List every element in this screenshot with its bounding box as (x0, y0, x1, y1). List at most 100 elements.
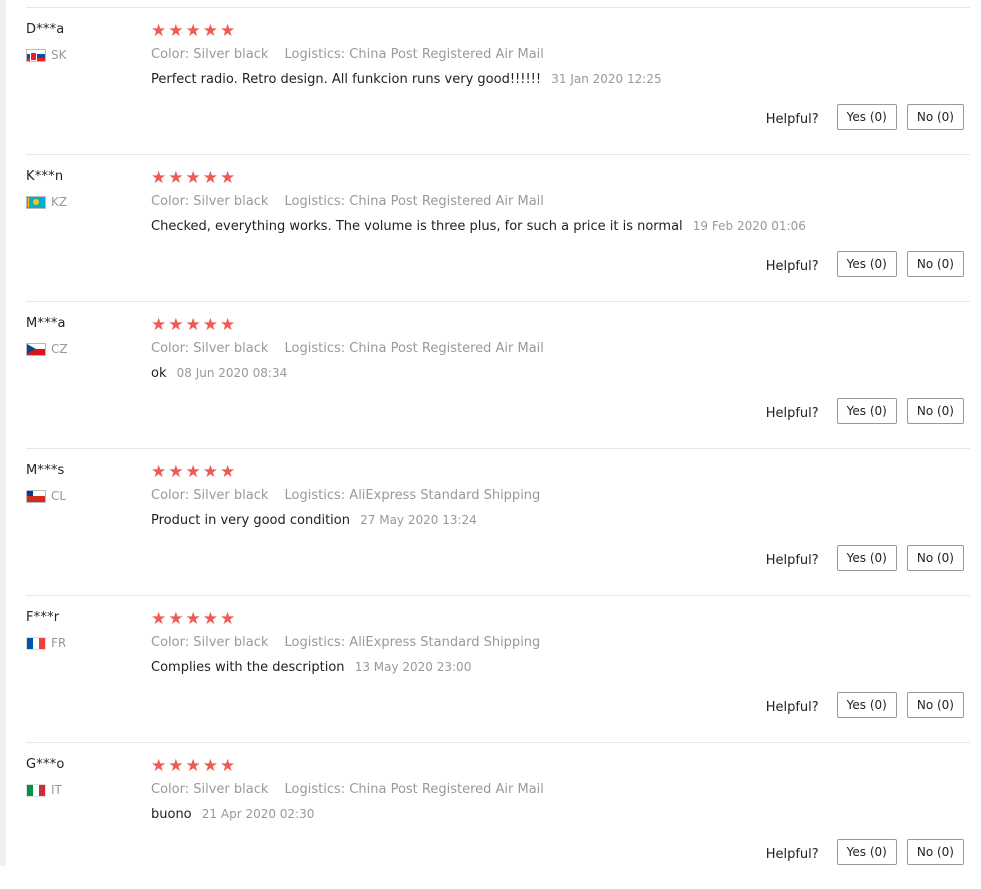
reviewer-country: CZ (26, 342, 68, 356)
flag-cl-icon (26, 489, 46, 503)
color-label: Color: (151, 782, 190, 797)
helpful-no-button[interactable]: No (0) (906, 251, 964, 277)
country-code: SK (51, 48, 67, 62)
rating-stars: ★★★★★ (151, 462, 238, 482)
review-date: 08 Jun 2020 08:34 (176, 366, 288, 380)
review-attributes: Color: Silver black Logistics: China Pos… (151, 47, 544, 62)
review-attributes: Color: Silver black Logistics: China Pos… (151, 782, 544, 797)
rating-stars: ★★★★★ (151, 756, 238, 776)
review-attributes: Color: Silver black Logistics: China Pos… (151, 194, 544, 209)
reviewer-name: K***n (26, 169, 64, 184)
country-code: IT (51, 783, 62, 797)
country-code: CZ (51, 342, 68, 356)
review-date: 21 Apr 2020 02:30 (201, 807, 315, 821)
helpful-label: Helpful? (765, 111, 819, 127)
helpful-label: Helpful? (765, 405, 819, 421)
flag-kz-icon (26, 195, 46, 209)
logistics-label: Logistics: (284, 488, 346, 503)
helpful-no-button[interactable]: No (0) (906, 839, 964, 865)
color-label: Color: (151, 488, 190, 503)
helpful-yes-button[interactable]: Yes (0) (836, 545, 897, 571)
helpful-yes-button[interactable]: Yes (0) (836, 692, 897, 718)
rating-stars: ★★★★★ (151, 315, 238, 335)
review-text: Complies with the description (151, 660, 345, 675)
helpful-yes-button[interactable]: Yes (0) (836, 104, 897, 130)
color-value: Silver black (193, 488, 269, 503)
review-item: F***r FR ★★★★★ Color: Silver black Logis… (26, 595, 970, 742)
color-label: Color: (151, 194, 190, 209)
helpful-no-button[interactable]: No (0) (906, 692, 964, 718)
reviewer-name: M***s (26, 463, 65, 478)
helpful-label: Helpful? (765, 258, 819, 274)
color-value: Silver black (193, 194, 269, 209)
logistics-value: AliExpress Standard Shipping (349, 635, 541, 650)
review-text: Checked, everything works. The volume is… (151, 219, 683, 234)
color-value: Silver black (193, 782, 269, 797)
logistics-value: AliExpress Standard Shipping (349, 488, 541, 503)
helpful-no-button[interactable]: No (0) (906, 104, 964, 130)
reviewer-country: IT (26, 783, 62, 797)
country-code: KZ (51, 195, 68, 209)
reviewer-name: F***r (26, 610, 60, 625)
helpful-section: Helpful? Yes (0) No (0) (766, 839, 964, 865)
review-text: Product in very good condition (151, 513, 350, 528)
review-list: D***a SK ★★★★★ Color: Silver black Logis… (26, 0, 970, 889)
flag-it-icon (26, 783, 46, 797)
review-item: D***a SK ★★★★★ Color: Silver black Logis… (26, 7, 970, 154)
helpful-label: Helpful? (765, 699, 819, 715)
helpful-section: Helpful? Yes (0) No (0) (766, 692, 964, 718)
review-content: Complies with the description 13 May 202… (151, 660, 471, 675)
reviewer-country: SK (26, 48, 67, 62)
review-content: Checked, everything works. The volume is… (151, 219, 806, 234)
logistics-label: Logistics: (284, 341, 346, 356)
reviewer-name: M***a (26, 316, 66, 331)
reviewer-country: FR (26, 636, 66, 650)
country-code: FR (51, 636, 67, 650)
review-date: 27 May 2020 13:24 (360, 513, 477, 527)
logistics-value: China Post Registered Air Mail (349, 194, 544, 209)
helpful-no-button[interactable]: No (0) (906, 545, 964, 571)
review-date: 19 Feb 2020 01:06 (692, 219, 806, 233)
color-value: Silver black (193, 47, 269, 62)
helpful-yes-button[interactable]: Yes (0) (836, 839, 897, 865)
review-item: M***a CZ ★★★★★ Color: Silver black Logis… (26, 301, 970, 448)
rating-stars: ★★★★★ (151, 21, 238, 41)
flag-cz-icon (26, 342, 46, 356)
helpful-section: Helpful? Yes (0) No (0) (766, 398, 964, 424)
review-attributes: Color: Silver black Logistics: China Pos… (151, 341, 544, 356)
helpful-label: Helpful? (765, 552, 819, 568)
review-date: 13 May 2020 23:00 (354, 660, 472, 674)
review-text: ok (151, 366, 167, 381)
review-item: M***s CL ★★★★★ Color: Silver black Logis… (26, 448, 970, 595)
review-text: buono (151, 807, 192, 822)
helpful-yes-button[interactable]: Yes (0) (836, 398, 897, 424)
color-label: Color: (151, 47, 190, 62)
helpful-label: Helpful? (765, 846, 819, 862)
review-attributes: Color: Silver black Logistics: AliExpres… (151, 488, 540, 503)
logistics-label: Logistics: (284, 635, 346, 650)
color-value: Silver black (193, 341, 269, 356)
helpful-section: Helpful? Yes (0) No (0) (766, 545, 964, 571)
rating-stars: ★★★★★ (151, 609, 238, 629)
flag-sk-icon (26, 48, 46, 62)
review-content: buono 21 Apr 2020 02:30 (151, 807, 314, 822)
color-value: Silver black (193, 635, 269, 650)
color-label: Color: (151, 635, 190, 650)
logistics-label: Logistics: (284, 47, 346, 62)
country-code: CL (51, 489, 67, 503)
left-border (0, 0, 6, 866)
reviewer-name: D***a (26, 22, 65, 37)
helpful-no-button[interactable]: No (0) (906, 398, 964, 424)
rating-stars: ★★★★★ (151, 168, 238, 188)
review-attributes: Color: Silver black Logistics: AliExpres… (151, 635, 540, 650)
review-date: 31 Jan 2020 12:25 (551, 72, 662, 86)
logistics-value: China Post Registered Air Mail (349, 341, 544, 356)
helpful-yes-button[interactable]: Yes (0) (836, 251, 897, 277)
review-content: Perfect radio. Retro design. All funkcio… (151, 72, 662, 87)
reviewer-name: G***o (26, 757, 65, 772)
helpful-section: Helpful? Yes (0) No (0) (766, 104, 964, 130)
helpful-section: Helpful? Yes (0) No (0) (766, 251, 964, 277)
color-label: Color: (151, 341, 190, 356)
reviewer-country: CL (26, 489, 66, 503)
review-item: G***o IT ★★★★★ Color: Silver black Logis… (26, 742, 970, 889)
